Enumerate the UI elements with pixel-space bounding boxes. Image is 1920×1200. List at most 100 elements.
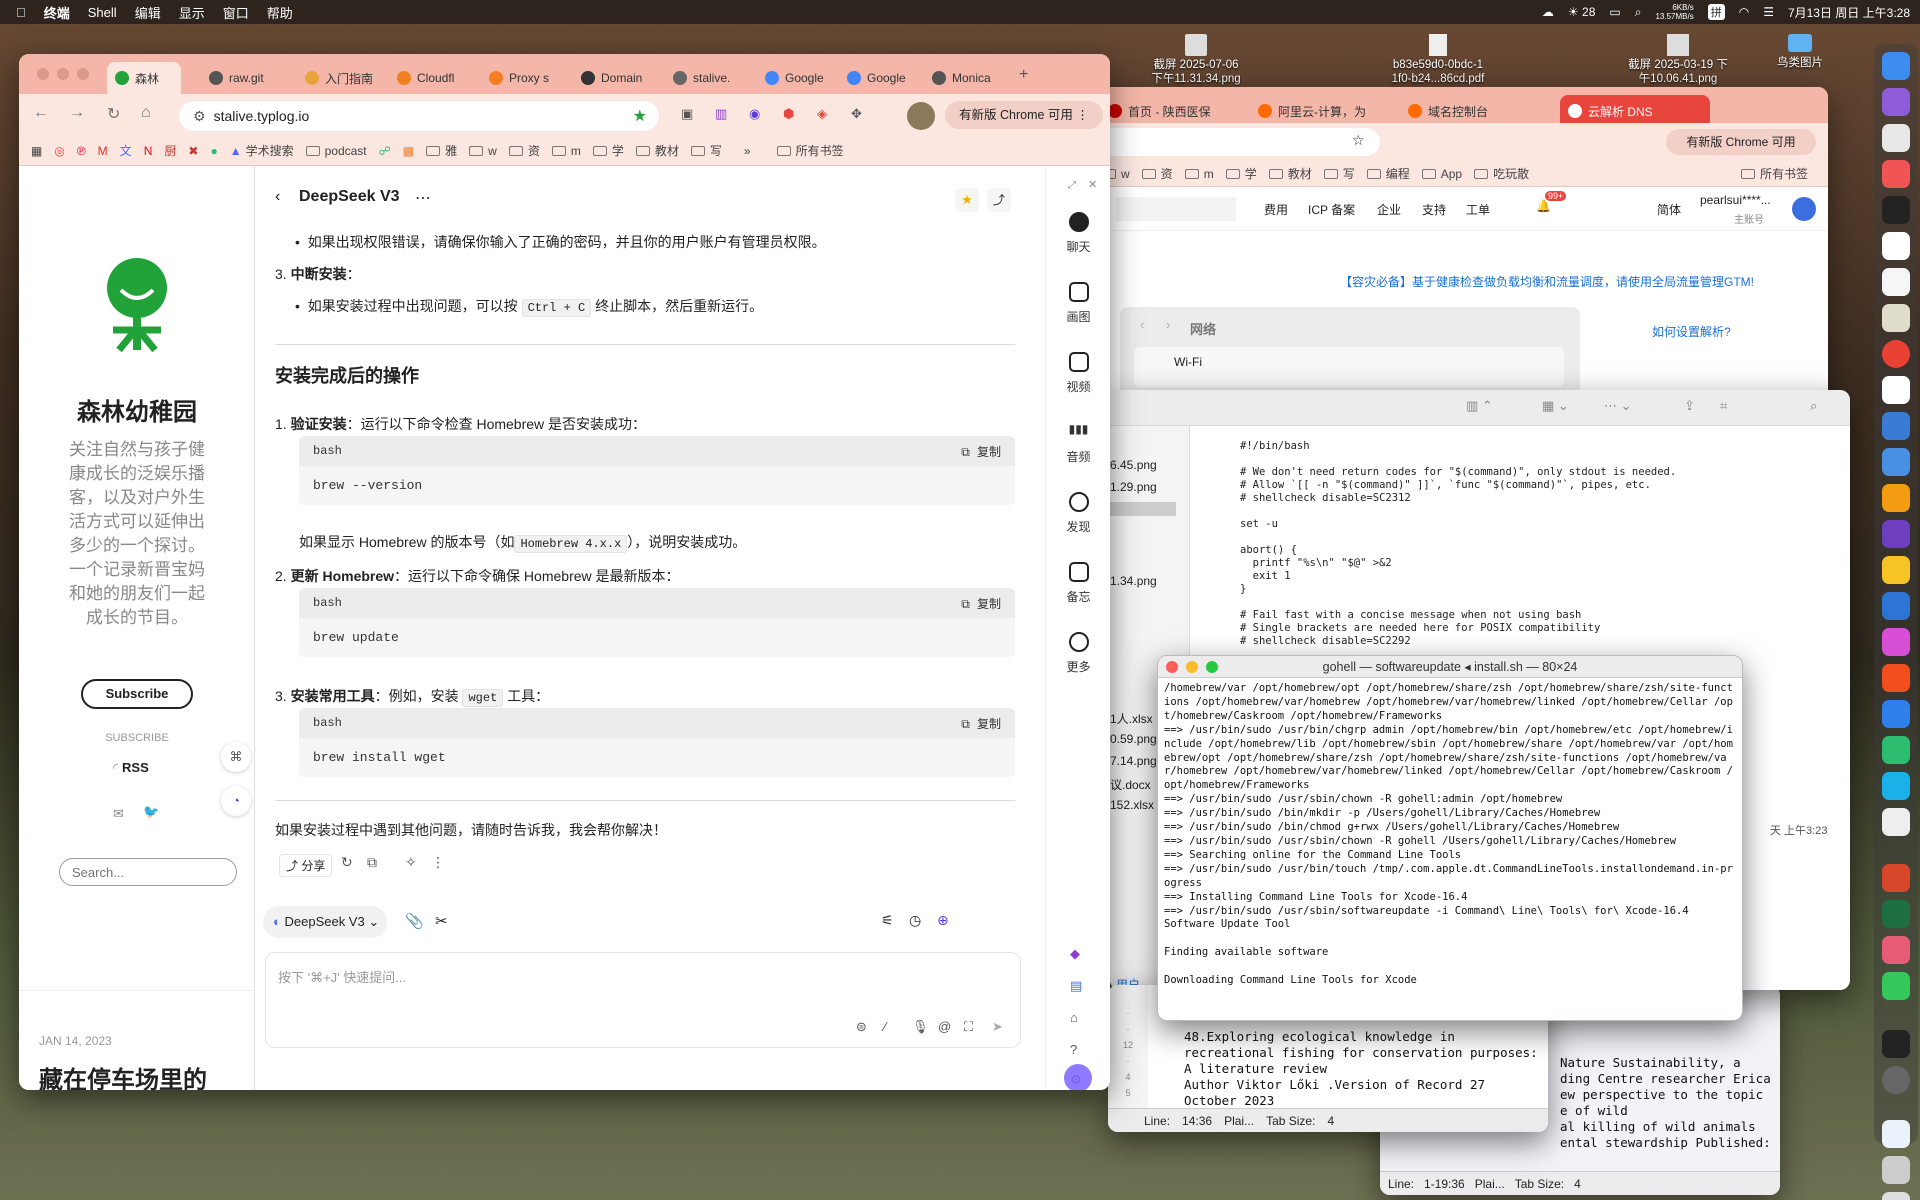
all-bookmarks[interactable]: 所有书签 <box>776 142 844 159</box>
star-icon[interactable]: ☆ <box>1352 132 1365 149</box>
tab-google-2[interactable]: Google <box>839 62 929 94</box>
file-item[interactable]: 1.34.png <box>1110 574 1157 588</box>
powerpoint-icon[interactable] <box>1882 864 1910 892</box>
notion-icon[interactable] <box>1882 376 1910 404</box>
chat-input[interactable]: 按下 '⌘+J' 快速提问... ⊜ ⁄ 🎙 @ ⛶ ➤ <box>265 952 1021 1048</box>
close-button[interactable] <box>1166 661 1178 673</box>
app-icon[interactable] <box>1882 88 1910 116</box>
forward-icon[interactable]: › <box>1166 317 1170 332</box>
back-icon[interactable]: ← <box>33 104 49 122</box>
copy-button[interactable]: ⧉ 复制 <box>961 595 1001 612</box>
menu-app[interactable]: 终端 <box>44 3 70 22</box>
weather-temp[interactable]: ☀ 28 <box>1568 5 1595 19</box>
bookmark-folder[interactable]: m <box>1184 167 1214 181</box>
bookmark-folder[interactable]: 学 <box>592 142 624 159</box>
battery-icon[interactable]: ▭ <box>1609 5 1620 19</box>
wifi-row[interactable]: Wi-Fi <box>1134 347 1564 387</box>
back-icon[interactable]: ‹ <box>275 188 280 206</box>
grid-icon[interactable]: ▦ ⌄ <box>1542 398 1569 414</box>
file-item[interactable]: 议.docx <box>1110 776 1151 793</box>
bookmark-folder[interactable]: 学 <box>1225 165 1257 182</box>
code-content[interactable]: brew update <box>299 618 1015 657</box>
search-icon[interactable]: ⌕ <box>1810 398 1817 414</box>
menu-shell[interactable]: Shell <box>88 5 117 20</box>
copy-button[interactable]: ⧉ 复制 <box>961 443 1001 460</box>
search-input[interactable] <box>59 858 237 886</box>
model-selector[interactable]: ◐ DeepSeek V3 ⌄ <box>263 906 387 938</box>
code-content[interactable]: brew install wget <box>299 738 1015 777</box>
bookmark-icon[interactable]: 厨 <box>164 142 176 159</box>
app-icon[interactable] <box>1882 412 1910 440</box>
regenerate-icon[interactable]: ↻ <box>341 854 353 871</box>
zoom-button[interactable] <box>77 68 89 80</box>
home-icon[interactable]: ⌂ <box>141 104 151 122</box>
tab-stalive[interactable]: stalive. <box>665 62 755 94</box>
tab-monica[interactable]: Monica <box>924 62 1014 94</box>
microphone-icon[interactable]: 🎙 <box>912 1019 929 1035</box>
app-icon[interactable] <box>1882 736 1910 764</box>
tv-icon[interactable] <box>1882 196 1910 224</box>
console-search[interactable] <box>1116 197 1236 221</box>
input-method[interactable]: 拼 <box>1707 4 1725 20</box>
back-icon[interactable]: ‹ <box>1140 317 1144 332</box>
forward-icon[interactable]: → <box>69 104 85 122</box>
messages-icon[interactable] <box>1882 972 1910 1000</box>
bookmark-folder[interactable]: App <box>1421 167 1462 181</box>
extension-icon[interactable]: ▥ <box>715 106 727 122</box>
bot-icon[interactable]: ◆ <box>1070 946 1080 962</box>
calendar-icon[interactable] <box>1882 232 1910 260</box>
app-icon[interactable] <box>1882 772 1910 800</box>
desktop-file[interactable]: 截屏 2025-03-19 下午10.06.41.png <box>1608 34 1748 86</box>
tag-icon[interactable]: ⌗ <box>1720 398 1727 414</box>
all-bookmarks[interactable]: 所有书签 <box>1740 165 1808 182</box>
favorite-icon[interactable]: ★ <box>955 188 979 212</box>
syntax-select[interactable]: Plai... <box>1224 1114 1254 1128</box>
subscribe-button[interactable]: Subscribe <box>81 679 193 709</box>
rail-chat[interactable]: 聊天 <box>1046 212 1110 255</box>
search-icon[interactable]: ⌕ <box>1635 5 1642 20</box>
address-bar[interactable]: ⚙ stalive.typlog.io ★ <box>179 101 659 131</box>
bookmark-icon[interactable]: ✖ <box>188 144 198 158</box>
avatar[interactable] <box>1064 1064 1092 1090</box>
prompt-icon[interactable]: ⁄ <box>884 1019 886 1034</box>
bookmark-folder[interactable]: 教材 <box>635 142 679 159</box>
bookmark-folder[interactable]: podcast <box>305 144 367 158</box>
figma-icon[interactable] <box>1882 664 1910 692</box>
finder-icon[interactable] <box>1882 52 1910 80</box>
more-icon[interactable]: ⋯ ⌄ <box>1604 398 1632 414</box>
update-chrome-button[interactable]: 有新版 Chrome 可用 <box>1666 129 1816 155</box>
bookmark-folder[interactable]: 写 <box>690 142 722 159</box>
close-button[interactable] <box>37 68 49 80</box>
bookmark-folder[interactable]: 吃玩散 <box>1474 165 1529 182</box>
bookmark-folder[interactable]: 写 <box>1323 165 1355 182</box>
app-icon[interactable] <box>1882 592 1910 620</box>
desktop-file[interactable]: 截屏 2025-07-06 下午11.31.34.png <box>1126 34 1266 86</box>
monica-icon[interactable]: ◔ <box>221 786 251 816</box>
file-item-selected[interactable] <box>1110 502 1176 516</box>
syntax-select[interactable]: Plai... <box>1475 1177 1505 1191</box>
send-icon[interactable]: ➤ <box>992 1019 1003 1035</box>
excel-icon[interactable] <box>1882 900 1910 928</box>
app-icon[interactable] <box>1882 160 1910 188</box>
zoom-button[interactable] <box>1206 661 1218 673</box>
nav-enterprise[interactable]: 企业 <box>1377 201 1401 218</box>
bell-icon[interactable]: 🔔 <box>1536 199 1551 213</box>
tab-size-select[interactable]: 4 <box>1574 1177 1581 1191</box>
translate-icon[interactable]: 文 <box>120 142 132 159</box>
rail-video[interactable]: 视频 <box>1046 352 1110 395</box>
menu-help[interactable]: 帮助 <box>267 3 293 22</box>
terminal-icon[interactable] <box>1882 1030 1910 1058</box>
netflix-icon[interactable]: N <box>144 144 153 158</box>
more-icon[interactable]: ⋯ <box>415 188 431 208</box>
share-button[interactable]: ⤴ 分享 <box>279 854 333 877</box>
minimize-button[interactable] <box>1186 661 1198 673</box>
copy-button[interactable]: ⧉ 复制 <box>961 715 1001 732</box>
nav-ticket[interactable]: 工单 <box>1466 201 1490 218</box>
nav-support[interactable]: 支持 <box>1422 201 1446 218</box>
tab-forest[interactable]: 森林 <box>107 62 181 94</box>
bookmark-folder[interactable]: 资 <box>1141 165 1173 182</box>
settings-sliders-icon[interactable]: ⚟ <box>881 912 894 929</box>
translate-icon[interactable]: ⊜ <box>856 1019 867 1035</box>
star-icon[interactable]: ★ <box>633 106 647 126</box>
address-bar[interactable] <box>1100 128 1380 156</box>
